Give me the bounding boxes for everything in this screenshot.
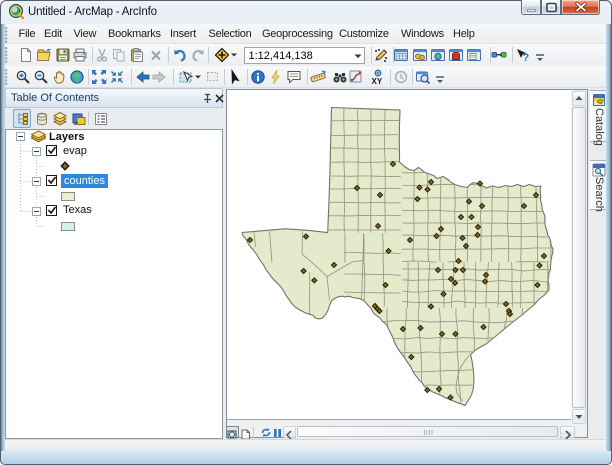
svg-text:?: ? xyxy=(523,52,530,63)
svg-text:XY: XY xyxy=(372,77,383,85)
